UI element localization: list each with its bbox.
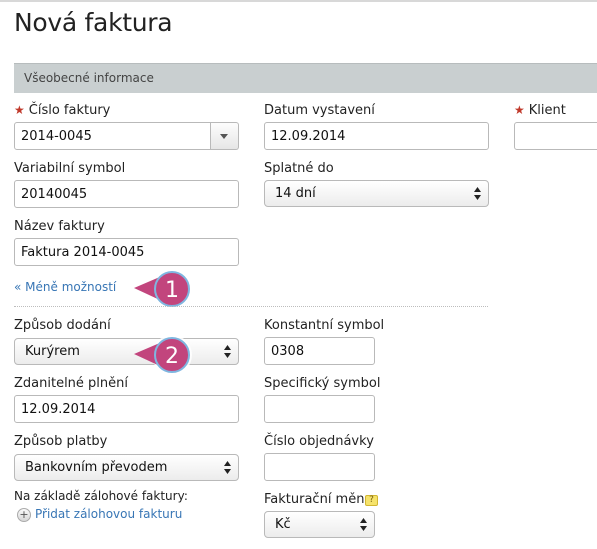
payment-method-value: Bankovním převodem [25,460,168,475]
zpusob-platby-label: Způsob platby [14,434,108,449]
callout-badge-2: 2 [134,335,192,375]
plus-icon[interactable]: + [17,508,31,522]
required-star-icon: ★ [14,103,25,117]
order-number-input[interactable] [264,453,375,481]
client-input[interactable] [514,122,597,150]
updown-arrows-icon [224,461,231,474]
nazev-faktury-label: Název faktury [14,219,105,234]
datum-vystaveni-label: Datum vystavení [264,103,375,118]
currency-select[interactable]: Kč [264,511,375,538]
section-header: Všeobecné informace [14,63,597,93]
delivery-method-value: Kurýrem [25,344,80,359]
callout-2-number: 2 [165,344,179,369]
less-options-link[interactable]: « Méně možností [14,280,116,294]
chevron-down-icon [220,134,228,139]
page-title: Nová faktura [14,8,173,37]
constant-symbol-input[interactable] [264,337,375,365]
help-icon[interactable]: ? [365,495,378,506]
variable-symbol-input[interactable] [14,180,239,208]
callout-1-number: 1 [165,278,179,303]
cislo-objednavky-label: Číslo objednávky [264,434,374,449]
invoice-name-input[interactable] [14,238,239,266]
variabilni-symbol-label: Variabilní symbol [14,161,126,176]
invoice-number-dropdown-button[interactable] [211,122,239,150]
specific-symbol-input[interactable] [264,395,375,423]
due-date-value: 14 dní [275,186,316,201]
zalohova-faktura-label: Na základě zálohové faktury: [14,489,188,503]
cislo-faktury-label: ★ Číslo faktury [14,103,111,118]
fakturacni-mena-label: Fakturační měna [264,492,373,507]
delivery-method-select[interactable]: Kurýrem [14,338,239,365]
klient-label: ★ Klient [514,103,566,118]
updown-arrows-icon [224,345,231,358]
zpusob-dodani-label: Způsob dodání [14,318,111,333]
konstantni-symbol-label: Konstantní symbol [264,318,385,333]
top-border [0,0,597,2]
currency-value: Kč [275,517,291,532]
updown-arrows-icon [360,518,367,531]
payment-method-select[interactable]: Bankovním převodem [14,454,239,481]
issue-date-input[interactable] [264,122,489,150]
updown-arrows-icon [474,187,481,200]
due-date-select[interactable]: 14 dní [264,180,489,207]
add-advance-invoice-link[interactable]: Přidat zálohovou fakturu [35,507,182,521]
specificky-symbol-label: Specifický symbol [264,376,381,391]
callout-badge-1: 1 [134,269,192,309]
section-title: Všeobecné informace [24,71,154,85]
invoice-number-input[interactable] [14,122,211,150]
required-star-icon: ★ [514,103,525,117]
taxable-date-input[interactable] [14,395,239,423]
section-divider [14,306,488,307]
zdanitelne-plneni-label: Zdanitelné plnění [14,376,129,391]
splatne-do-label: Splatné do [264,161,334,176]
